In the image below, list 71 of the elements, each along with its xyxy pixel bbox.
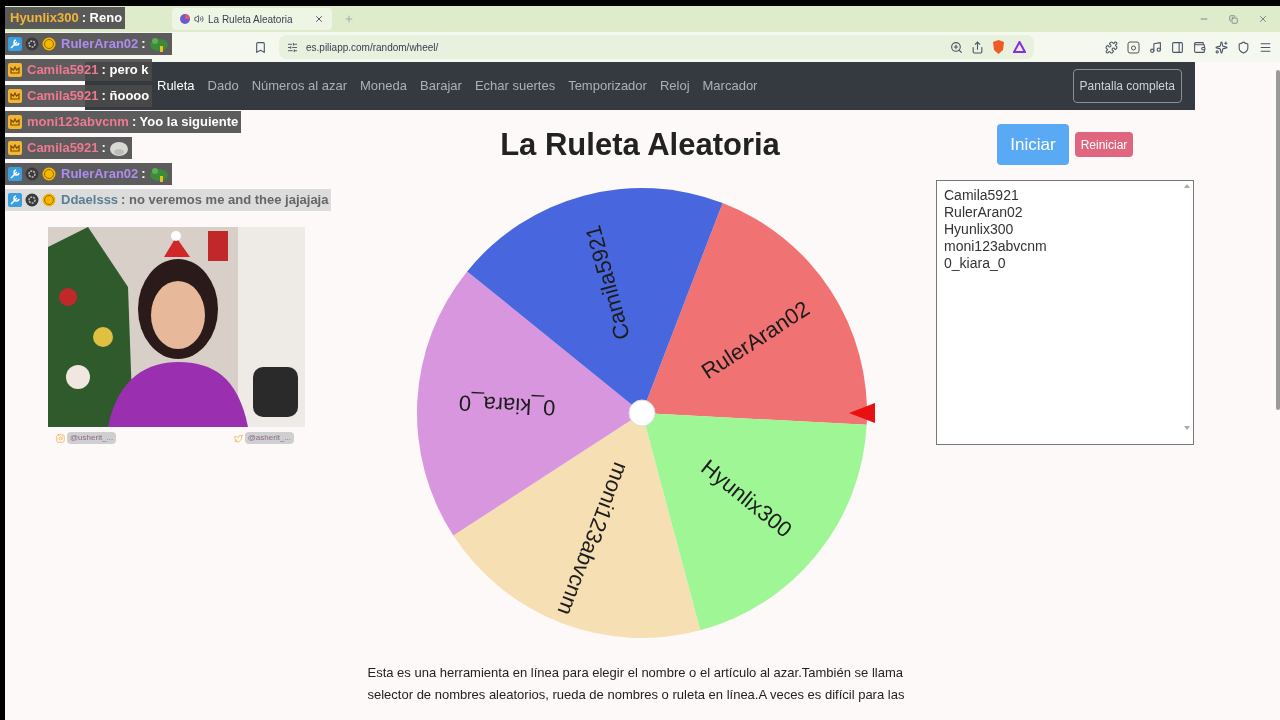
description-paragraph: Esta es una herramienta en línea para elegir el nombre o el artículo al azar.También se llama selector de nombres aleatorios, rueda de nombres o ruleta en línea.A veces es difícil para las [367, 664, 906, 704]
tab-title: La Ruleta Aleatoria [208, 12, 294, 27]
browser-tab[interactable]: La Ruleta Aleatoria [172, 8, 332, 30]
site-info-icon[interactable] [287, 41, 298, 53]
site-favicon-icon [180, 14, 190, 24]
shield-icon[interactable] [1237, 40, 1250, 54]
nav-link[interactable]: Marcador [702, 76, 758, 96]
share-icon[interactable] [971, 40, 984, 54]
chat-text: : Reno [81, 9, 123, 28]
segment-label: 0_kiara_0 [458, 390, 557, 421]
chat-username: Camila5921 [27, 61, 99, 80]
chat-username: Hyunlix300 [10, 9, 79, 28]
sidebar-icon[interactable] [1171, 40, 1184, 54]
chat-text: : Yoo la siguiente [131, 113, 239, 132]
nav-link[interactable]: Dado [207, 76, 239, 96]
chat-username: Camila5921 [27, 139, 99, 158]
wallet-icon[interactable] [1193, 40, 1206, 54]
close-window-icon[interactable] [1258, 14, 1268, 24]
gear-icon [25, 37, 39, 51]
close-tab-icon[interactable] [314, 14, 324, 24]
chat-username: Ddaelsss [61, 191, 119, 210]
chat-text: : pero k [101, 61, 149, 80]
crown-icon [8, 63, 22, 77]
zoom-icon[interactable] [950, 40, 963, 54]
crown-icon [8, 141, 22, 155]
pointer-icon [849, 403, 875, 423]
chat-username: moni123abvcnm [27, 113, 129, 132]
chat-text: : [141, 35, 146, 54]
instagram-icon [56, 433, 65, 443]
chat-text: : no veremos me and thee jajajaja [121, 191, 329, 210]
nav-link[interactable]: Barajar [420, 76, 462, 96]
url-text: es.piliapp.com/random/wheel/ [306, 40, 440, 55]
nav-link[interactable]: Reloj [659, 76, 690, 96]
crown-icon [8, 115, 22, 129]
coin-icon [42, 167, 56, 181]
gear-icon [25, 167, 39, 181]
window-search-icon[interactable] [1127, 40, 1140, 54]
reset-button[interactable]: Reiniciar [1075, 132, 1133, 157]
speaker-icon[interactable] [194, 14, 204, 24]
crown-icon [8, 89, 22, 103]
wrench-icon [8, 37, 22, 51]
address-bar[interactable]: es.piliapp.com/random/wheel/ [279, 35, 1034, 59]
wrench-icon [8, 167, 22, 181]
triangle-icon[interactable] [1013, 41, 1026, 53]
nav-link[interactable]: Ruleta [157, 76, 195, 96]
music-icon[interactable] [1149, 40, 1162, 54]
twitter-icon [233, 433, 243, 443]
chat-text: : [141, 165, 146, 184]
coin-icon [42, 37, 56, 51]
gear-icon [25, 193, 39, 207]
chat-username: RulerAran02 [61, 165, 139, 184]
social-handle: @usherit_... [67, 432, 117, 444]
chat-username: RulerAran02 [61, 35, 139, 54]
chat-username: Camila5921 [27, 87, 99, 106]
social-handle: @asherit_... [244, 432, 294, 444]
wheel-hub [628, 399, 656, 427]
page-scrollbar[interactable] [1276, 70, 1280, 410]
menu-icon[interactable] [1259, 40, 1272, 54]
sparkle-icon[interactable] [1215, 40, 1228, 54]
nav-link[interactable]: Moneda [360, 76, 407, 96]
page-title: La Ruleta Aleatoria [500, 126, 780, 164]
wrench-icon [8, 193, 22, 207]
bookmark-icon[interactable] [254, 40, 267, 54]
nav-link[interactable]: Temporizador [568, 76, 647, 96]
coin-icon [42, 193, 56, 207]
chat-text: : [101, 139, 106, 158]
chat-text: : ñoooo [101, 87, 150, 106]
nav-link[interactable]: Echar suertes [474, 76, 556, 96]
fullscreen-button[interactable]: Pantalla completa [1072, 69, 1182, 103]
nav-link[interactable]: Números al azar [251, 76, 348, 96]
extensions-icon[interactable] [1105, 40, 1118, 54]
